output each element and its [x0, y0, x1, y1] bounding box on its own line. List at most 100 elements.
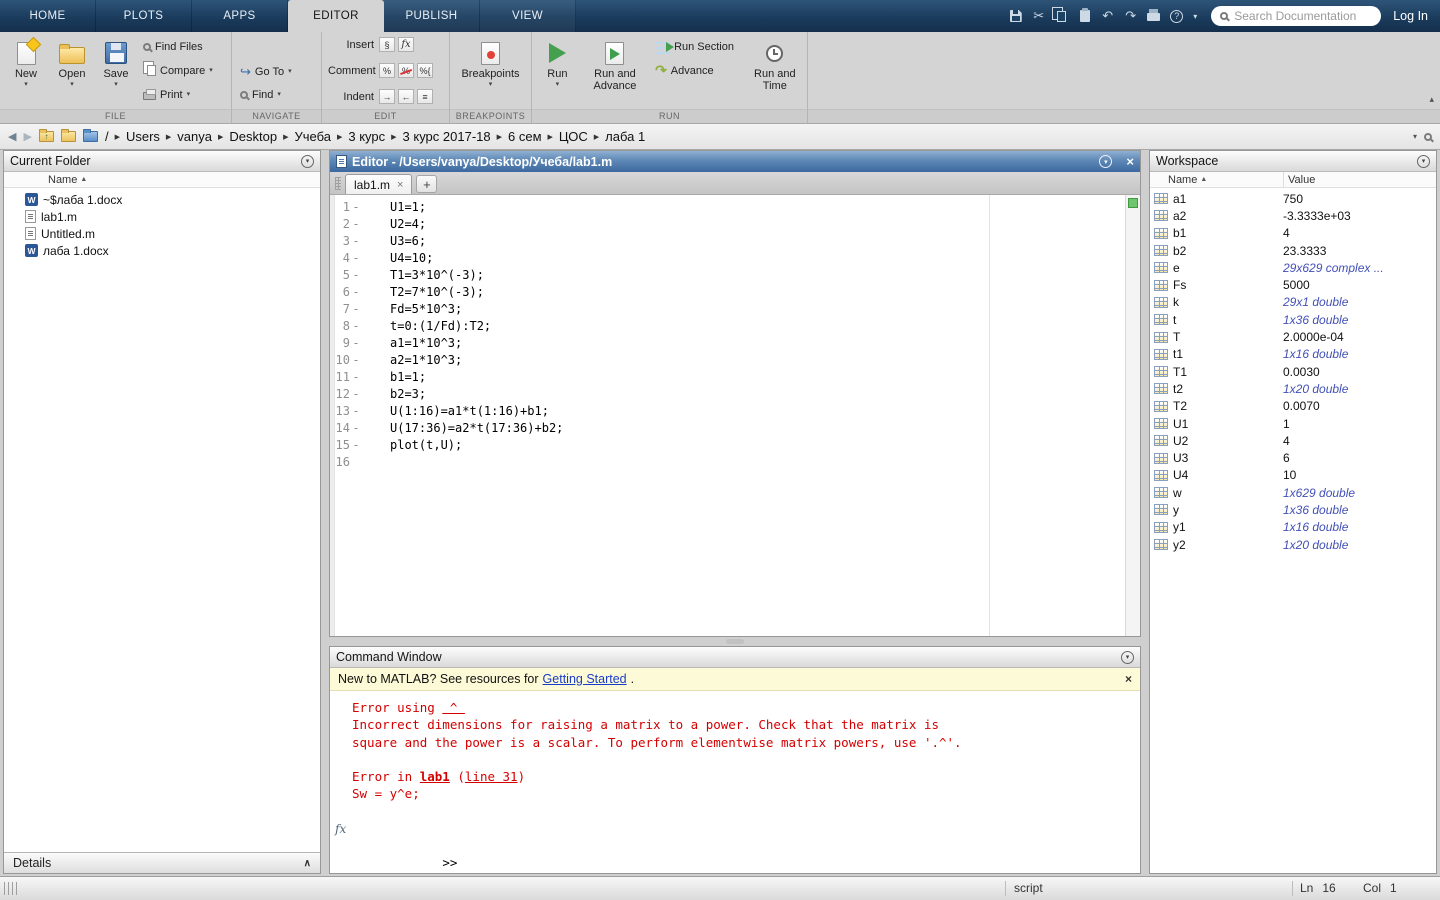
workspace-row[interactable]: T20.0070	[1150, 398, 1436, 415]
workspace-row[interactable]: t11x16 double	[1150, 346, 1436, 363]
panel-menu-icon[interactable]: ▾	[301, 155, 314, 168]
back-icon[interactable]: ◀	[8, 130, 16, 143]
code-line[interactable]: 3-U3=6;	[335, 233, 1140, 250]
tab-home[interactable]: HOME	[0, 0, 96, 32]
code-line[interactable]: 4-U4=10;	[335, 250, 1140, 267]
code-line[interactable]: 2-U2=4;	[335, 216, 1140, 233]
comment-icon[interactable]: %	[379, 63, 395, 78]
panel-menu-icon[interactable]: ▾	[1099, 155, 1112, 168]
workspace-row[interactable]: Fs5000	[1150, 276, 1436, 293]
file-row[interactable]: lab1.m	[4, 208, 320, 225]
workspace-row[interactable]: t1x36 double	[1150, 311, 1436, 328]
redo-icon[interactable]: ↷	[1120, 7, 1141, 26]
chevron-up-icon[interactable]: ∧	[304, 858, 311, 869]
breadcrumb-segment[interactable]: vanya	[177, 129, 212, 144]
breadcrumb-segment[interactable]: /	[105, 129, 109, 144]
panel-menu-icon[interactable]: ▾	[1121, 651, 1134, 664]
goto-button[interactable]: ↪ Go To ▾	[238, 63, 315, 80]
breadcrumb-segment[interactable]: ЦОС	[559, 129, 588, 144]
tab-lab1m[interactable]: lab1.m ×	[345, 174, 412, 194]
undo-icon[interactable]: ↶	[1097, 7, 1118, 26]
code-line[interactable]: 11-b1=1;	[335, 369, 1140, 386]
save-button[interactable]: Save ▾	[96, 35, 136, 106]
find-button[interactable]: Find ▾	[238, 86, 315, 103]
workspace-row[interactable]: t21x20 double	[1150, 380, 1436, 397]
code-line[interactable]: 15-plot(t,U);	[335, 437, 1140, 454]
print-icon[interactable]	[1143, 7, 1164, 26]
run-and-time-button[interactable]: Run and Time	[747, 35, 803, 106]
workspace-row[interactable]: T10.0030	[1150, 363, 1436, 380]
breakpoints-button[interactable]: Breakpoints ▾	[459, 35, 523, 106]
tab-view[interactable]: VIEW	[480, 0, 576, 32]
workspace-row[interactable]: T2.0000e-04	[1150, 328, 1436, 345]
run-and-advance-button[interactable]: Run and Advance	[585, 35, 645, 106]
tab-editor[interactable]: EDITOR	[288, 0, 384, 32]
workspace-row[interactable]: U36	[1150, 449, 1436, 466]
folder-search-icon[interactable]	[1424, 133, 1432, 141]
workspace-row[interactable]: a1750	[1150, 190, 1436, 207]
breadcrumb-segment[interactable]: 3 курс 2017-18	[403, 129, 491, 144]
browse-folder-icon[interactable]	[61, 131, 76, 142]
name-column-header[interactable]: Name	[48, 174, 77, 186]
error-link[interactable]: lab1	[420, 769, 450, 784]
breadcrumb-segment[interactable]: лаба 1	[605, 129, 645, 144]
print-button[interactable]: Print ▾	[141, 86, 215, 103]
panel-menu-icon[interactable]: ▾	[1417, 155, 1430, 168]
copy-icon[interactable]	[1051, 7, 1072, 26]
breadcrumb-segment[interactable]: 6 сем	[508, 129, 542, 144]
close-tab-icon[interactable]: ×	[397, 179, 403, 191]
code-line[interactable]: 14-U(17:36)=a2*t(17:36)+b2;	[335, 420, 1140, 437]
new-tab-button[interactable]: +	[416, 175, 437, 193]
resize-grip[interactable]	[4, 882, 19, 895]
insert-section-icon[interactable]: §	[379, 37, 395, 52]
toolbar-options-icon[interactable]: ▾	[1189, 7, 1201, 26]
error-link[interactable]: line 31	[465, 769, 518, 784]
drag-grip-icon[interactable]	[335, 177, 341, 190]
workspace-row[interactable]: y11x16 double	[1150, 519, 1436, 536]
close-icon[interactable]: ×	[1126, 154, 1134, 169]
save-icon[interactable]	[1005, 7, 1026, 26]
tab-plots[interactable]: PLOTS	[96, 0, 192, 32]
insert-function-icon[interactable]: fx	[398, 37, 414, 52]
workspace-row[interactable]: U410	[1150, 467, 1436, 484]
run-section-button[interactable]: Run Section	[653, 38, 739, 55]
code-line[interactable]: 7-Fd=5*10^3;	[335, 301, 1140, 318]
search-documentation-box[interactable]: Search Documentation	[1211, 6, 1381, 26]
find-files-button[interactable]: Find Files	[141, 38, 215, 55]
command-window-content[interactable]: Error using ^ Incorrect dimensions for r…	[330, 691, 1140, 873]
workspace-row[interactable]: U24	[1150, 432, 1436, 449]
workspace-row[interactable]: a2-3.3333e+03	[1150, 207, 1436, 224]
indent-left-icon[interactable]: ←	[398, 89, 414, 104]
code-line[interactable]: 8-t=0:(1/Fd):T2;	[335, 318, 1140, 335]
close-banner-icon[interactable]: ×	[1125, 672, 1132, 686]
forward-icon[interactable]: ▶	[23, 130, 31, 143]
up-folder-icon[interactable]: ↑	[39, 131, 54, 142]
value-column-header[interactable]: Value	[1284, 174, 1315, 186]
file-row[interactable]: Wлаба 1.docx	[4, 242, 320, 259]
code-line[interactable]: 5-T1=3*10^(-3);	[335, 267, 1140, 284]
command-prompt[interactable]: >>	[442, 855, 457, 870]
tab-publish[interactable]: PUBLISH	[384, 0, 480, 32]
code-line[interactable]: 9-a1=1*10^3;	[335, 335, 1140, 352]
file-row[interactable]: Untitled.m	[4, 225, 320, 242]
chevron-down-icon[interactable]: ▾	[1413, 132, 1417, 141]
workspace-row[interactable]: k29x1 double	[1150, 294, 1436, 311]
code-ok-indicator[interactable]	[1128, 198, 1138, 208]
workspace-row[interactable]: b223.3333	[1150, 242, 1436, 259]
prompt-row[interactable]: fx >>	[352, 820, 1140, 873]
indent-right-icon[interactable]: →	[379, 89, 395, 104]
wrap-comment-icon[interactable]: %{	[417, 63, 433, 78]
help-icon[interactable]: ?	[1166, 7, 1187, 26]
breadcrumb-segment[interactable]: Users	[126, 129, 160, 144]
new-button[interactable]: New ▾	[4, 35, 48, 106]
workspace-row[interactable]: b14	[1150, 225, 1436, 242]
compare-button[interactable]: Compare ▾	[141, 62, 215, 79]
horizontal-splitter[interactable]	[329, 637, 1141, 646]
code-line[interactable]: 13-U(1:16)=a1*t(1:16)+b1;	[335, 403, 1140, 420]
collapse-ribbon-icon[interactable]: ▴	[1429, 94, 1434, 105]
open-button[interactable]: Open ▾	[51, 35, 93, 106]
breadcrumb-segment[interactable]: 3 курс	[348, 129, 385, 144]
breadcrumb-segment[interactable]: Учеба	[294, 129, 331, 144]
error-link[interactable]: ^	[442, 700, 465, 715]
workspace-row[interactable]: y21x20 double	[1150, 536, 1436, 553]
